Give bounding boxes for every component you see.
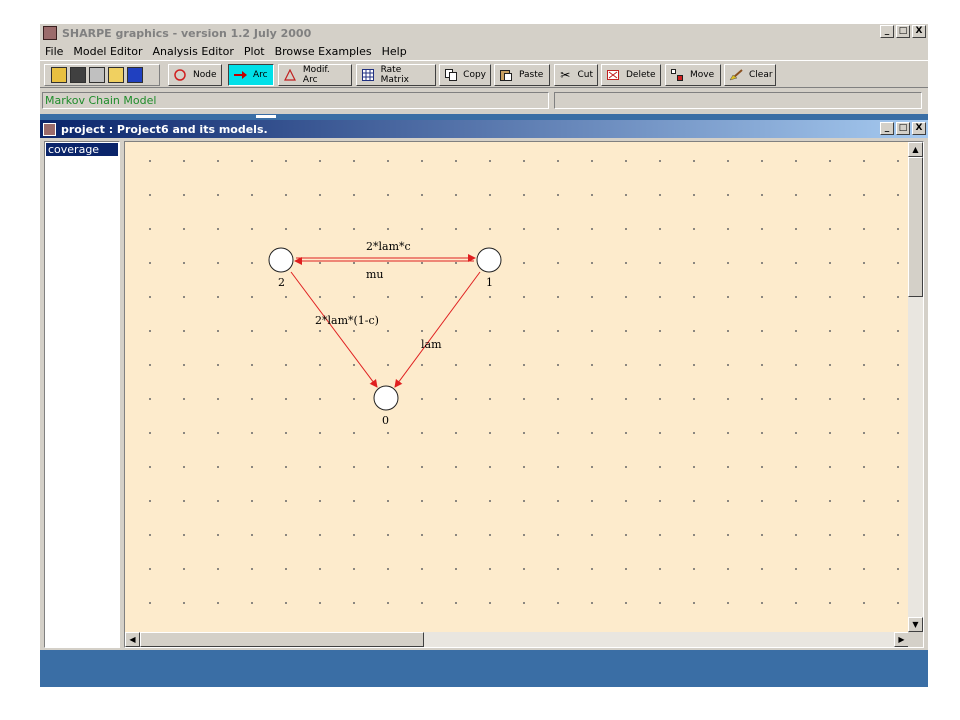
book-icon[interactable] — [127, 67, 143, 83]
menu-analysis-editor[interactable]: Analysis Editor — [148, 45, 239, 58]
project-window: project : Project6 and its models. _ □ X… — [40, 120, 928, 662]
clear-button-label: Clear — [749, 70, 773, 80]
arc-button[interactable]: Arc — [228, 64, 274, 86]
open-folder-icon[interactable] — [51, 67, 67, 83]
arc-1-to-0[interactable] — [394, 271, 481, 388]
status-right-field — [554, 92, 922, 109]
grid-icon — [361, 68, 375, 82]
delete-icon — [606, 68, 620, 82]
delete-button-label: Delete — [626, 70, 656, 80]
file-tools — [44, 64, 160, 86]
copy-button-label: Copy — [463, 70, 486, 80]
drawing-canvas[interactable]: 2 1 0 2*lam*c mu 2*lam*(1-c) lam — [125, 142, 909, 632]
paste-button-label: Paste — [519, 70, 544, 80]
node-label-2: 2 — [278, 276, 285, 289]
move-icon — [670, 68, 684, 82]
vertical-scrollbar[interactable]: ▲ ▼ — [908, 142, 923, 632]
project-maximize-button[interactable]: □ — [896, 122, 910, 135]
state-node-1[interactable] — [476, 247, 502, 273]
scroll-down-button[interactable]: ▼ — [908, 617, 923, 632]
menu-file[interactable]: File — [40, 45, 68, 58]
minimized-window-mark[interactable] — [256, 115, 276, 118]
modif-arc-button-label: Modif. Arc — [302, 65, 330, 85]
resize-grip[interactable] — [908, 632, 923, 647]
clear-button[interactable]: Clear — [724, 64, 776, 86]
maximize-button[interactable]: □ — [896, 25, 910, 38]
move-button-label: Move — [690, 70, 715, 80]
menubar: File Model Editor Analysis Editor Plot B… — [40, 43, 412, 59]
scroll-right-button[interactable]: ▶ — [894, 632, 909, 647]
arrow-icon — [233, 68, 247, 82]
project-window-title: project : Project6 and its models. — [61, 122, 268, 136]
project-window-icon — [43, 122, 56, 136]
node-button-label: Node — [193, 70, 217, 80]
arc-label-2lamc: 2*lam*c — [366, 240, 411, 253]
scroll-left-button[interactable]: ◀ — [125, 632, 140, 647]
circle-icon — [173, 68, 187, 82]
save-icon[interactable] — [70, 67, 86, 83]
vertical-scroll-thumb[interactable] — [908, 157, 923, 297]
state-node-2[interactable] — [268, 247, 294, 273]
arc-2-to-0[interactable] — [290, 271, 378, 388]
bottom-bar — [40, 650, 928, 687]
new-folder-icon[interactable] — [108, 67, 124, 83]
arc-label-2lam1c: 2*lam*(1-c) — [315, 314, 379, 327]
paste-button[interactable]: Paste — [494, 64, 550, 86]
delete-button[interactable]: Delete — [601, 64, 661, 86]
state-node-0[interactable] — [373, 385, 399, 411]
menu-model-editor[interactable]: Model Editor — [68, 45, 147, 58]
node-button[interactable]: Node — [168, 64, 222, 86]
horizontal-scroll-thumb[interactable] — [140, 632, 424, 647]
scroll-up-button[interactable]: ▲ — [908, 142, 923, 157]
project-minimize-button[interactable]: _ — [880, 122, 894, 135]
copy-icon — [444, 68, 457, 82]
move-button[interactable]: Move — [665, 64, 721, 86]
app-titlebar[interactable]: SHARPE graphics - version 1.2 July 2000 … — [40, 24, 928, 42]
horizontal-scrollbar[interactable]: ◀ ▶ — [125, 632, 909, 647]
rate-matrix-button[interactable]: Rate Matrix — [356, 64, 436, 86]
canvas-frame: 2 1 0 2*lam*c mu 2*lam*(1-c) lam ▲ ▼ ◀ ▶ — [124, 141, 924, 648]
model-tree: coverage — [44, 141, 120, 648]
toolbar: Node Arc Modif. Arc Rate Matrix Copy Pas… — [40, 60, 928, 88]
scissors-icon: ✂ — [560, 68, 571, 82]
triangle-icon — [283, 68, 297, 82]
menu-plot[interactable]: Plot — [239, 45, 270, 58]
arc-label-mu: mu — [366, 268, 384, 281]
project-close-button[interactable]: X — [912, 122, 926, 135]
tree-item-coverage[interactable]: coverage — [46, 143, 118, 156]
cut-button-label: Cut — [577, 70, 593, 80]
arc-button-label: Arc — [253, 70, 268, 80]
app-icon — [43, 26, 57, 40]
app-title: SHARPE graphics - version 1.2 July 2000 — [62, 26, 312, 40]
rate-matrix-button-label: Rate Matrix — [380, 65, 409, 85]
node-label-0: 0 — [382, 414, 389, 427]
sharpe-app-window: SHARPE graphics - version 1.2 July 2000 … — [40, 24, 928, 687]
model-type-label: Markov Chain Model — [42, 92, 549, 109]
copy-button[interactable]: Copy — [439, 64, 491, 86]
print-icon[interactable] — [89, 67, 105, 83]
menu-browse-examples[interactable]: Browse Examples — [270, 45, 377, 58]
broom-icon — [729, 68, 743, 82]
node-label-1: 1 — [486, 276, 493, 289]
menu-help[interactable]: Help — [377, 45, 412, 58]
paste-icon — [499, 68, 513, 82]
arc-label-lam: lam — [421, 338, 442, 351]
modif-arc-button[interactable]: Modif. Arc — [278, 64, 352, 86]
minimize-button[interactable]: _ — [880, 25, 894, 38]
markov-graph: 2 1 0 2*lam*c mu 2*lam*(1-c) lam — [268, 240, 502, 427]
cut-button[interactable]: ✂ Cut — [554, 64, 598, 86]
status-row: Markov Chain Model — [40, 90, 928, 110]
project-window-titlebar[interactable]: project : Project6 and its models. _ □ X — [40, 120, 928, 138]
close-button[interactable]: X — [912, 25, 926, 38]
